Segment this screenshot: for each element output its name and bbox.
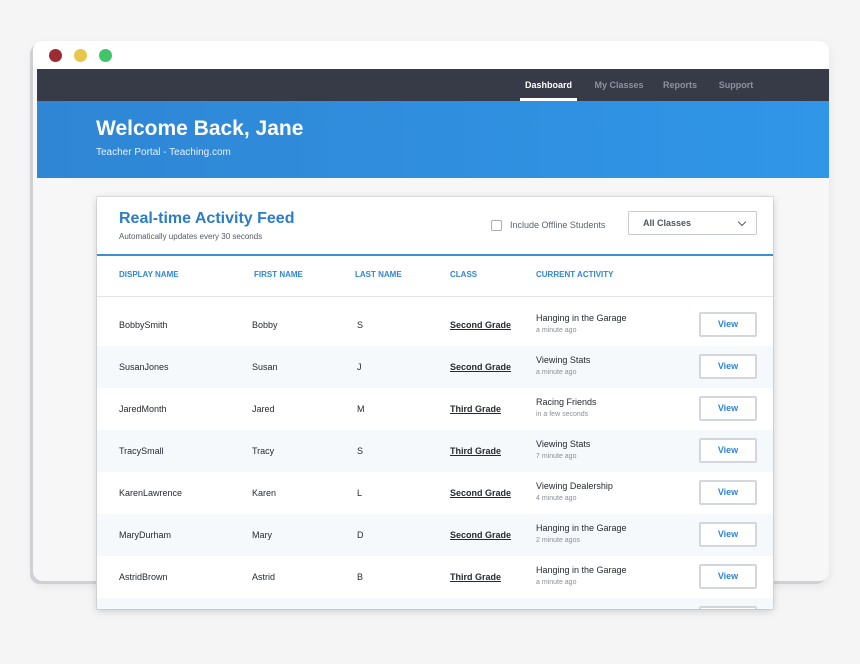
activity-time: 7 minute ago <box>536 453 577 460</box>
class-link[interactable]: Second Grade <box>450 472 511 514</box>
activity-cell: Viewing Stats a minute ago <box>536 354 590 378</box>
feed-title: Real-time Activity Feed <box>119 210 295 227</box>
display-name-cell: AstridBrown <box>119 572 168 582</box>
activity-time: in a few seconds <box>536 411 589 418</box>
welcome-banner: Welcome Back, Jane Teacher Portal - Teac… <box>37 101 829 178</box>
view-button[interactable] <box>699 606 757 609</box>
activity-text: Hanging in the Garage <box>536 523 627 533</box>
nav-dashboard[interactable]: Dashboard <box>520 69 577 101</box>
activity-time: 4 minute ago <box>536 495 577 502</box>
activity-cell: Hanging in the Garage a minute ago <box>536 564 627 588</box>
table-row: BobbySmith Bobby S Second Grade Hanging … <box>97 304 773 346</box>
welcome-title: Welcome Back, Jane <box>96 117 304 140</box>
nav-support[interactable]: Support <box>715 69 757 101</box>
activity-text: Viewing Stats <box>536 355 591 365</box>
view-button[interactable]: View <box>699 480 757 505</box>
display-name-cell: MaryDurham <box>119 530 172 540</box>
activity-text: Racing Friends <box>536 397 597 407</box>
activity-cell: Hanging in the Garage 2 minute agos <box>536 522 627 546</box>
activity-text: Hanging in the Garage <box>536 313 627 323</box>
last-name-cell: M <box>357 404 365 414</box>
first-name-cell: Susan <box>252 362 278 372</box>
activity-time: a minute ago <box>536 579 577 586</box>
class-filter-value: All Classes <box>643 218 692 228</box>
first-name-cell: Astrid <box>252 572 276 582</box>
nav-reports[interactable]: Reports <box>660 69 700 101</box>
first-name-cell: Karen <box>252 488 277 498</box>
column-header-divider <box>97 296 773 297</box>
header-divider <box>97 254 773 256</box>
column-header-current-activity[interactable]: CURRENT ACTIVITY <box>536 270 613 279</box>
view-button[interactable]: View <box>699 564 757 589</box>
minimize-window-icon[interactable] <box>74 49 87 62</box>
include-offline-label: Include Offline Students <box>510 220 606 230</box>
activity-cell: Viewing Dealership 4 minute ago <box>536 480 613 504</box>
view-button[interactable]: View <box>699 396 757 421</box>
class-link[interactable]: Third Grade <box>450 388 501 430</box>
table-row <box>97 598 773 609</box>
display-name-cell: TracySmall <box>119 446 164 456</box>
activity-text: Viewing Dealership <box>536 481 613 491</box>
portal-subtitle: Teacher Portal - Teaching.com <box>96 147 231 158</box>
class-link[interactable]: Third Grade <box>450 430 501 472</box>
activity-table-body: BobbySmith Bobby S Second Grade Hanging … <box>97 304 773 609</box>
column-header-display-name[interactable]: DISPLAY NAME <box>119 270 179 279</box>
view-button[interactable]: View <box>699 354 757 379</box>
class-link[interactable]: Second Grade <box>450 514 511 556</box>
table-row: AstridBrown Astrid B Third Grade Hanging… <box>97 556 773 598</box>
view-button[interactable]: View <box>699 312 757 337</box>
class-link[interactable]: Second Grade <box>450 304 511 346</box>
table-row: MaryDurham Mary D Second Grade Hanging i… <box>97 514 773 556</box>
activity-text: Viewing Stats <box>536 439 591 449</box>
window-titlebar <box>33 41 829 69</box>
class-link[interactable]: Third Grade <box>450 556 501 598</box>
class-link[interactable]: Second Grade <box>450 346 511 388</box>
column-header-last-name[interactable]: LAST NAME <box>355 270 402 279</box>
table-row: KarenLawrence Karen L Second Grade Viewi… <box>97 472 773 514</box>
close-window-icon[interactable] <box>49 49 62 62</box>
table-row: SusanJones Susan J Second Grade Viewing … <box>97 346 773 388</box>
view-button[interactable]: View <box>699 522 757 547</box>
first-name-cell: Mary <box>252 530 272 540</box>
top-navbar: Dashboard My Classes Reports Support <box>37 69 829 101</box>
include-offline-toggle[interactable]: Include Offline Students <box>491 218 605 232</box>
display-name-cell: SusanJones <box>119 362 169 372</box>
feed-subtitle: Automatically updates every 30 seconds <box>119 232 263 241</box>
maximize-window-icon[interactable] <box>99 49 112 62</box>
activity-cell: Racing Friends in a few seconds <box>536 396 597 420</box>
chevron-down-icon <box>737 217 747 227</box>
activity-feed-card: Real-time Activity Feed Automatically up… <box>97 197 773 609</box>
view-button[interactable]: View <box>699 438 757 463</box>
last-name-cell: J <box>357 362 362 372</box>
first-name-cell: Bobby <box>252 320 278 330</box>
activity-text: Hanging in the Garage <box>536 565 627 575</box>
activity-time: 2 minute agos <box>536 537 580 544</box>
last-name-cell: B <box>357 572 364 582</box>
activity-time: a minute ago <box>536 327 577 334</box>
include-offline-checkbox[interactable] <box>491 219 502 231</box>
first-name-cell: Jared <box>252 404 275 414</box>
last-name-cell: D <box>357 530 364 540</box>
first-name-cell: Tracy <box>252 446 275 456</box>
activity-cell: Hanging in the Garage a minute ago <box>536 312 627 336</box>
display-name-cell: BobbySmith <box>119 320 168 330</box>
table-row: TracySmall Tracy S Third Grade Viewing S… <box>97 430 773 472</box>
display-name-cell: KarenLawrence <box>119 488 183 498</box>
last-name-cell: S <box>357 320 364 330</box>
activity-cell: Viewing Stats 7 minute ago <box>536 438 590 462</box>
last-name-cell: L <box>357 488 363 498</box>
class-filter-select[interactable]: All Classes <box>628 211 757 235</box>
display-name-cell: JaredMonth <box>119 404 167 414</box>
table-row: JaredMonth Jared M Third Grade Racing Fr… <box>97 388 773 430</box>
last-name-cell: S <box>357 446 364 456</box>
nav-my-classes[interactable]: My Classes <box>592 69 646 101</box>
column-header-class[interactable]: CLASS <box>450 270 477 279</box>
column-header-first-name[interactable]: FIRST NAME <box>254 270 303 279</box>
activity-time: a minute ago <box>536 369 577 376</box>
